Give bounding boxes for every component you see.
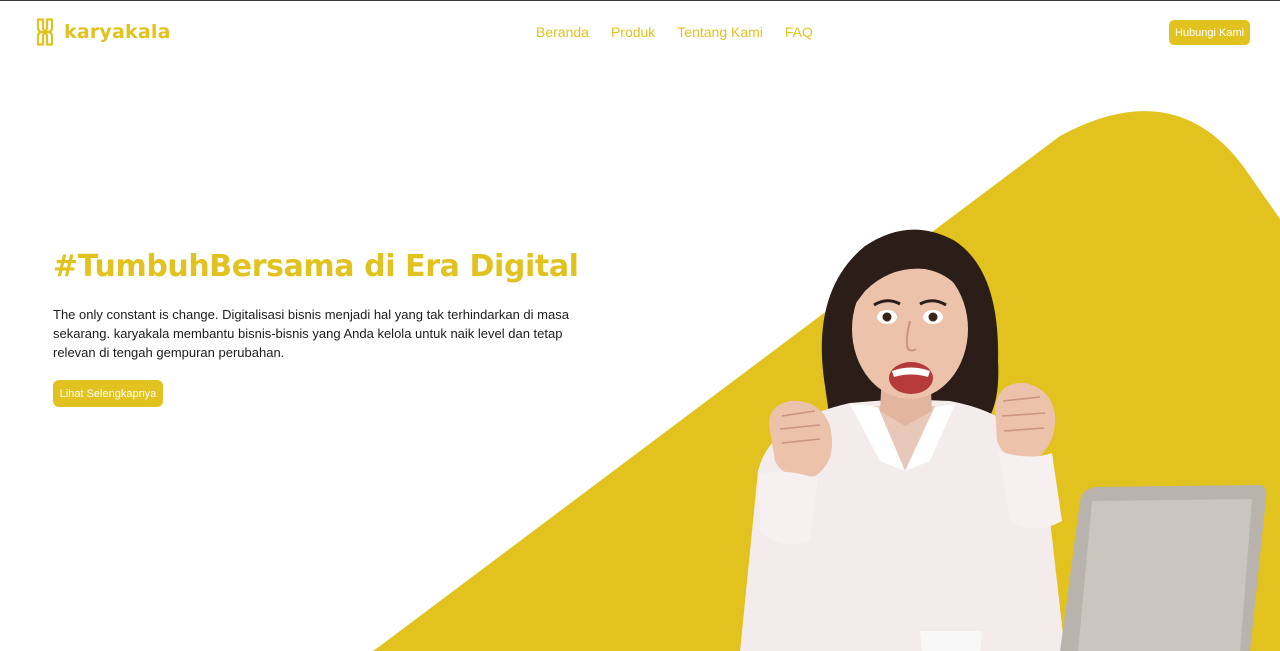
hero-description: The only constant is change. Digitalisas… — [53, 307, 569, 360]
karyakala-logo-icon — [36, 18, 54, 46]
hero-content: #TumbuhBersama di Era Digital The only c… — [53, 245, 613, 407]
landing-page: karyakala Beranda Produk Tentang Kami FA… — [0, 0, 1280, 651]
nav-link-beranda[interactable]: Beranda — [536, 24, 589, 40]
nav-link-produk[interactable]: Produk — [611, 24, 655, 40]
hero-title: #TumbuhBersama di Era Digital — [53, 249, 579, 284]
contact-button[interactable]: Hubungi Kami — [1169, 20, 1250, 45]
top-navbar: karyakala Beranda Produk Tentang Kami FA… — [0, 1, 1280, 65]
learn-more-button[interactable]: Lihat Selengkapnya — [53, 380, 163, 407]
nav-link-tentang-kami[interactable]: Tentang Kami — [677, 24, 763, 40]
nav-link-faq[interactable]: FAQ — [785, 24, 813, 40]
excited-woman-photo — [740, 229, 1267, 651]
brand-name: karyakala — [64, 21, 171, 43]
nav-menu: Beranda Produk Tentang Kami FAQ — [536, 24, 813, 40]
brand-logo-link[interactable]: karyakala — [36, 18, 171, 46]
